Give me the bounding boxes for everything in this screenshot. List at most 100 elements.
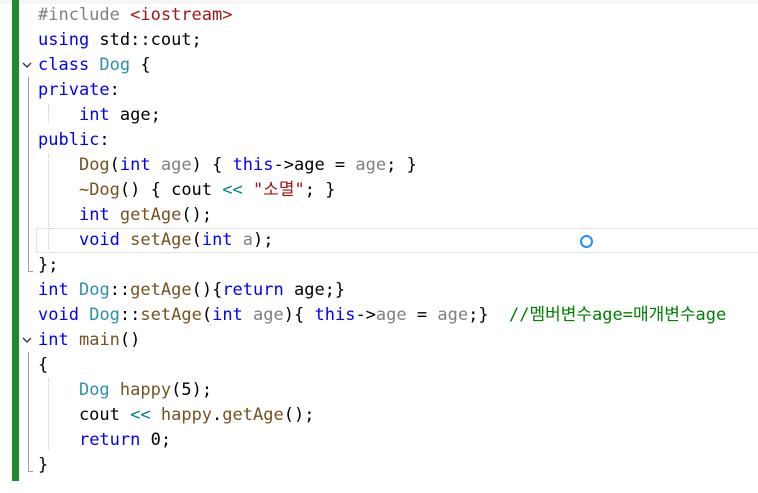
code-token: (){ <box>191 280 223 300</box>
code-line[interactable]: Dog(int age) { this->age = age; } <box>38 153 417 178</box>
code-token: a <box>242 230 254 250</box>
code-line[interactable]: }; <box>38 253 58 278</box>
class-outline-guide-end <box>28 271 33 272</box>
code-line[interactable]: Dog happy(5); <box>38 378 212 403</box>
code-token: ( <box>109 155 120 175</box>
code-token: age <box>437 305 469 325</box>
code-token: "소멸" <box>253 180 305 200</box>
code-token: age; <box>109 105 161 125</box>
code-token: std::cout; <box>99 30 202 50</box>
code-token: happy <box>160 405 213 425</box>
code-token: () <box>119 330 141 350</box>
code-line[interactable]: int age; <box>38 103 161 128</box>
code-token: () { cout <box>119 180 223 200</box>
code-token: int <box>38 280 69 300</box>
code-token: : <box>99 130 110 150</box>
code-token: ;} <box>468 305 510 325</box>
code-token: Dog <box>78 380 110 400</box>
code-token: age;} <box>283 280 346 300</box>
code-token: getAge <box>119 205 182 225</box>
code-token: 0; <box>140 430 172 450</box>
code-token: ( <box>191 230 202 250</box>
code-token: ; } <box>386 155 417 175</box>
code-token: return <box>78 430 141 450</box>
code-line[interactable]: cout << happy.getAge(); <box>38 403 315 428</box>
cursor-ring-icon <box>580 235 593 248</box>
code-token: (); <box>181 205 213 225</box>
code-token: << <box>222 180 243 200</box>
code-line[interactable]: } <box>38 453 48 478</box>
code-token: : <box>109 80 120 100</box>
code-token: = <box>406 305 438 325</box>
code-line[interactable]: int Dog::getAge(){return age;} <box>38 278 345 303</box>
code-line[interactable]: { <box>38 353 48 378</box>
code-token: getAge <box>222 405 284 425</box>
code-token: happy <box>119 380 172 400</box>
chevron-down-icon[interactable] <box>21 334 33 346</box>
code-line[interactable]: private: <box>38 78 120 103</box>
code-token: { <box>38 355 49 375</box>
code-line[interactable]: return 0; <box>38 428 171 453</box>
code-token: . <box>212 405 223 425</box>
code-token: int <box>78 205 110 225</box>
code-line[interactable]: public: <box>38 128 110 153</box>
code-token: int <box>119 155 151 175</box>
code-token: <iostream> <box>130 5 233 25</box>
code-line[interactable]: void Dog::setAge(int age){ this->age = a… <box>38 303 726 328</box>
code-line[interactable]: class Dog { <box>38 53 151 78</box>
code-token: private <box>38 80 110 100</box>
main-outline-guide <box>28 352 29 471</box>
code-token: int <box>78 105 110 125</box>
code-token: age <box>253 305 284 325</box>
main-outline-guide-end <box>28 471 33 472</box>
code-line[interactable]: int getAge(); <box>38 203 212 228</box>
code-line[interactable]: using std::cout; <box>38 28 202 53</box>
code-token: age <box>375 305 407 325</box>
code-token: :: <box>119 305 141 325</box>
code-token: void <box>78 230 120 250</box>
code-line[interactable]: void setAge(int a); <box>38 228 274 253</box>
code-token: main <box>78 330 120 350</box>
code-token: #include <box>38 5 131 25</box>
code-token: //멤버변수age=매개변수age <box>509 305 727 325</box>
code-token: setAge <box>140 305 202 325</box>
code-token: class <box>38 55 100 75</box>
code-token: this <box>314 305 356 325</box>
code-line[interactable]: ~Dog() { cout << "소멸"; } <box>38 178 336 203</box>
code-token: return <box>222 280 284 300</box>
change-tracking-bar <box>12 0 19 481</box>
code-token: ->age = <box>273 155 356 175</box>
code-token: Dog <box>78 280 110 300</box>
code-token: age <box>160 155 192 175</box>
code-token: ; } <box>304 180 336 200</box>
code-token: { <box>130 55 151 75</box>
code-token: -> <box>355 305 376 325</box>
code-token: this <box>232 155 274 175</box>
code-token: setAge <box>130 230 192 250</box>
code-editor[interactable]: #include <iostream> using std::cout; class… <box>0 0 758 493</box>
code-token: << <box>130 405 151 425</box>
code-line[interactable]: int main() <box>38 328 140 353</box>
code-token: :: <box>109 280 131 300</box>
chevron-down-icon[interactable] <box>21 59 33 71</box>
code-token: Dog <box>99 55 131 75</box>
code-token: } <box>38 455 49 475</box>
code-token: ~Dog <box>78 180 120 200</box>
code-token: Dog <box>78 155 110 175</box>
code-line[interactable]: #include <iostream> <box>38 3 232 28</box>
